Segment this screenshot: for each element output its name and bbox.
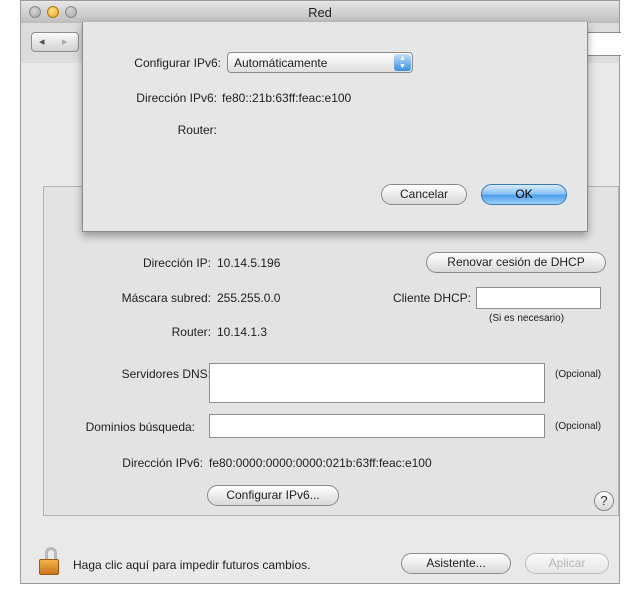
sheet-ipv6-address-value: fe80::21b:63ff:feac:e100: [222, 91, 352, 105]
configure-ipv6-selected: Automáticamente: [234, 56, 328, 70]
cancel-button[interactable]: Cancelar: [381, 184, 467, 205]
subnet-mask-label: Máscara subred:: [121, 291, 211, 305]
router-label: Router:: [171, 325, 211, 339]
router-value: 10.14.1.3: [217, 325, 268, 339]
ip-address-value: 10.14.5.196: [217, 256, 281, 270]
dns-servers-label: Servidores DNS:: [121, 367, 211, 381]
lock-icon[interactable]: [39, 547, 65, 577]
dhcp-client-field[interactable]: [476, 287, 601, 309]
dhcp-client-hint: (Si es necesario): [489, 313, 565, 324]
popup-arrows-icon: ▲ ▼: [394, 54, 411, 71]
sheet-ipv6-address-label: Dirección IPv6:: [136, 91, 217, 105]
window-title: Red: [308, 5, 332, 20]
ipv6-address-value: fe80:0000:0000:0000:021b:63ff:feac:e100: [209, 456, 432, 470]
configure-ipv6-popup[interactable]: Automáticamente ▲ ▼: [227, 52, 413, 73]
lock-hint-text: Haga clic aquí para impedir futuros camb…: [73, 558, 311, 572]
search-domains-field[interactable]: [209, 414, 545, 438]
title-bar[interactable]: Red: [21, 1, 619, 24]
back-forward-control[interactable]: ◂ ▸: [31, 32, 79, 52]
assistant-button[interactable]: Asistente...: [401, 553, 511, 574]
sheet-router-label: Router:: [177, 123, 217, 137]
search-field[interactable]: [586, 32, 621, 56]
forward-arrow-icon[interactable]: ▸: [62, 35, 68, 48]
dns-optional-label: (Opcional): [555, 369, 602, 380]
subnet-mask-value: 255.255.0.0: [217, 291, 281, 305]
ipv6-config-sheet: Configurar IPv6: Automáticamente ▲ ▼ Dire…: [82, 22, 588, 232]
apply-button[interactable]: Aplicar: [525, 553, 609, 574]
ipv6-address-label: Dirección IPv6:: [122, 456, 203, 470]
dns-servers-field[interactable]: [209, 363, 545, 403]
help-button[interactable]: ?: [594, 491, 614, 511]
configure-ipv6-label: Configurar IPv6:: [134, 56, 221, 70]
renew-dhcp-button[interactable]: Renovar cesión de DHCP: [426, 252, 606, 273]
configure-ipv6-button[interactable]: Configurar IPv6...: [207, 485, 339, 506]
search-optional-label: (Opcional): [555, 421, 602, 432]
back-arrow-icon[interactable]: ◂: [39, 35, 45, 48]
ok-button[interactable]: OK: [481, 184, 567, 205]
ip-address-label: Dirección IP:: [142, 256, 211, 270]
dhcp-client-label: Cliente DHCP:: [392, 291, 471, 305]
search-domains-label: Dominios búsqueda:: [85, 420, 195, 434]
